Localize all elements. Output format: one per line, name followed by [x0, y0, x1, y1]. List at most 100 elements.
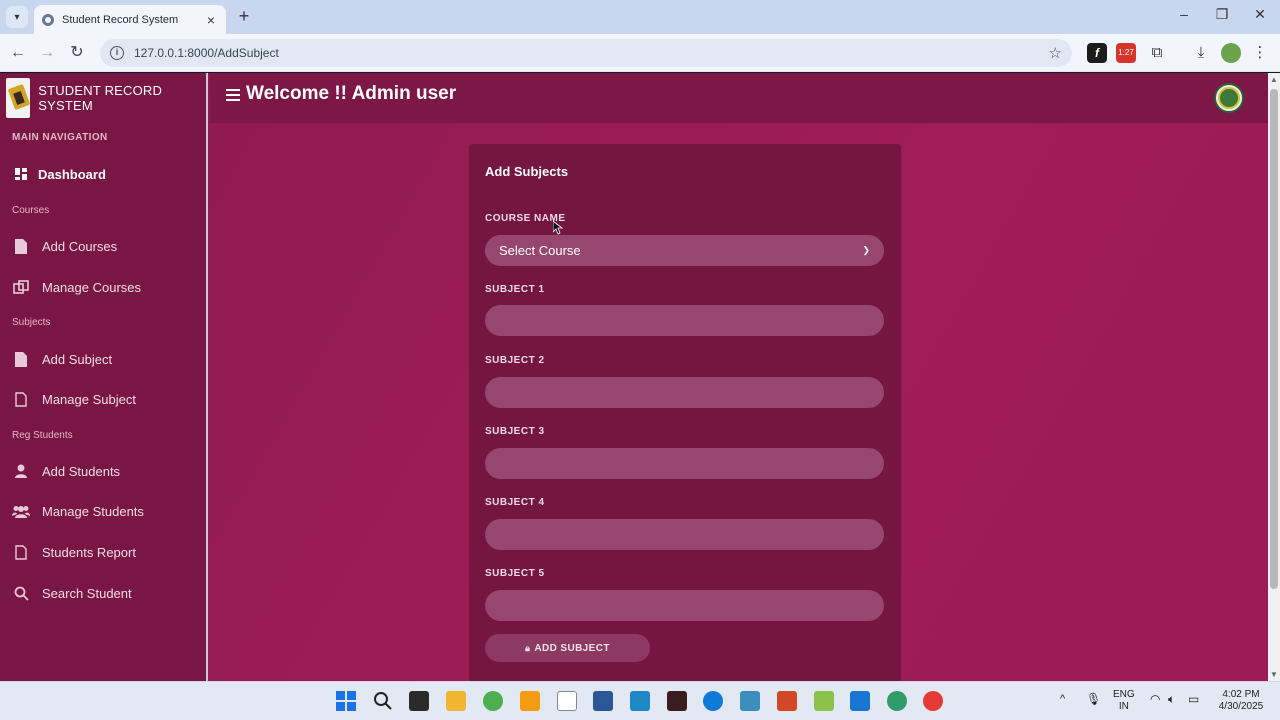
add-subject-button[interactable]: 🔒︎ ADD SUBJECT	[485, 634, 650, 662]
download-icon[interactable]: ⤓	[1191, 43, 1211, 63]
clock[interactable]: 4:02 PM 4/30/2025	[1215, 689, 1267, 713]
sidebar-item-label: Manage Subject	[42, 391, 136, 407]
task-view-icon[interactable]	[409, 691, 429, 711]
vscode-icon[interactable]	[850, 691, 870, 711]
volume-icon[interactable]: 🔈︎	[1168, 693, 1175, 705]
subject-2-label: SUBJECT 2	[485, 355, 545, 366]
sidebar-item-add-courses[interactable]: Add Courses	[12, 236, 117, 256]
sidebar-item-label: Add Students	[42, 463, 121, 479]
restore-icon[interactable]: ❐	[1211, 6, 1233, 23]
hamburger-menu-icon[interactable]	[226, 89, 240, 101]
edge-icon[interactable]	[703, 691, 723, 711]
file-outline-icon	[12, 391, 30, 407]
os-taskbar: ^ 🎙︎ ENG IN ◠ 🔈︎ ▭ 4:02 PM 4/30/2025	[0, 681, 1280, 720]
browser-tab[interactable]: Student Record System ×	[34, 5, 226, 34]
extensions-puzzle-icon[interactable]: ⧉	[1147, 43, 1167, 63]
new-tab-button[interactable]: +	[235, 7, 253, 25]
extension-badge: 1:27	[1118, 48, 1134, 57]
menu-kebab-icon[interactable]: ⋮	[1250, 43, 1270, 63]
page-scrollbar[interactable]: ▲ ▼	[1268, 73, 1280, 681]
brand[interactable]: STUDENT RECORD SYSTEM	[0, 73, 208, 123]
profile-avatar-icon[interactable]	[1221, 43, 1241, 63]
subject-1-label: SUBJECT 1	[485, 284, 545, 295]
sidebar-item-label: Add Courses	[42, 238, 118, 254]
browser-toolbar: ← → ↻ i 127.0.0.1:8000/AddSubject ☆ f 1:…	[0, 34, 1280, 72]
subject-2-input[interactable]	[485, 377, 884, 408]
xampp-icon[interactable]	[814, 691, 834, 711]
word-icon[interactable]	[593, 691, 613, 711]
main-navigation-header: MAIN NAVIGATION	[12, 132, 108, 143]
notepad-icon[interactable]	[557, 691, 577, 711]
subjects-section-header: Subjects	[12, 317, 51, 328]
sidebar-item-students-report[interactable]: Students Report	[12, 542, 136, 562]
photos-icon[interactable]	[630, 691, 650, 711]
tab-title: Student Record System	[62, 13, 179, 26]
subject-5-input[interactable]	[485, 590, 884, 621]
add-subject-button-label: ADD SUBJECT	[534, 642, 610, 654]
chrome-profile-icon[interactable]	[887, 691, 907, 711]
network-app-icon[interactable]	[740, 691, 760, 711]
sidebar-item-manage-subject[interactable]: Manage Subject	[12, 389, 136, 409]
subject-1-input[interactable]	[485, 305, 884, 336]
reg-students-section-header: Reg Students	[12, 430, 73, 441]
sidebar-item-add-subject[interactable]: Add Subject	[12, 349, 112, 369]
subject-4-input[interactable]	[485, 519, 884, 550]
user-avatar[interactable]	[1214, 83, 1244, 113]
battery-icon[interactable]: ▭	[1188, 693, 1199, 705]
region-code: IN	[1118, 701, 1129, 712]
chrome-icon[interactable]	[923, 691, 943, 711]
sidebar-item-manage-students[interactable]: Manage Students	[12, 501, 144, 521]
scroll-down-icon[interactable]: ▼	[1270, 670, 1278, 679]
subject-3-label: SUBJECT 3	[485, 426, 545, 437]
scrollbar-thumb[interactable]	[1270, 89, 1278, 589]
top-header: Welcome !! Admin user	[210, 73, 1268, 123]
microphone-icon[interactable]: 🎙︎	[1086, 693, 1101, 705]
browser-tab-bar: ▾ Student Record System × + – ❐ ✕	[0, 0, 1280, 34]
wifi-icon[interactable]: ◠	[1150, 693, 1160, 705]
powerpoint-icon[interactable]	[777, 691, 797, 711]
file-icon	[12, 351, 30, 367]
windows-start-icon[interactable]	[336, 691, 356, 711]
dashboard-icon	[12, 166, 30, 182]
welcome-heading: Welcome !! Admin user	[246, 83, 457, 104]
back-icon[interactable]: ←	[7, 42, 29, 64]
card-title: Add Subjects	[485, 164, 569, 179]
globe-icon	[42, 13, 54, 26]
sidebar-item-label: Manage Students	[42, 503, 144, 519]
scroll-up-icon[interactable]: ▲	[1270, 75, 1278, 84]
sidebar-item-dashboard[interactable]: Dashboard	[12, 164, 106, 184]
tab-search-button[interactable]: ▾	[6, 6, 28, 28]
file-explorer-icon[interactable]	[446, 691, 466, 711]
clock-time: 4:02 PM	[1222, 689, 1260, 700]
bookmark-star-icon[interactable]: ☆	[1049, 44, 1062, 62]
subject-3-input[interactable]	[485, 448, 884, 479]
sidebar-item-label: Add Subject	[42, 351, 113, 367]
close-window-icon[interactable]: ✕	[1249, 6, 1271, 23]
course-select-value: Select Course	[499, 243, 581, 258]
reload-icon[interactable]: ↻	[66, 42, 88, 64]
sidebar-item-add-students[interactable]: Add Students	[12, 461, 120, 481]
taskbar-search-icon[interactable]	[373, 691, 393, 711]
sublime-text-icon[interactable]	[520, 691, 540, 711]
search-icon	[12, 585, 30, 601]
course-select[interactable]: Select Course ❯	[485, 235, 884, 266]
extension-timer-icon[interactable]: 1:27	[1116, 43, 1136, 63]
site-info-icon[interactable]: i	[110, 46, 124, 60]
language-indicator[interactable]: ENG IN	[1113, 689, 1135, 713]
sidebar-item-manage-courses[interactable]: Manage Courses	[12, 277, 141, 297]
users-icon	[12, 503, 30, 519]
tray-chevron-up-icon[interactable]: ^	[1060, 693, 1065, 705]
courses-section-header: Courses	[12, 205, 50, 216]
forward-icon[interactable]: →	[36, 42, 58, 64]
sidebar-item-label: Dashboard	[38, 166, 106, 182]
minimize-icon[interactable]: –	[1173, 6, 1195, 22]
sidebar-item-search-student[interactable]: Search Student	[12, 583, 132, 603]
sidebar-item-label: Students Report	[42, 544, 136, 560]
address-bar[interactable]: i 127.0.0.1:8000/AddSubject ☆	[100, 39, 1072, 67]
close-tab-icon[interactable]: ×	[204, 12, 218, 28]
terminal-icon[interactable]	[667, 691, 687, 711]
file-outline-icon	[12, 544, 30, 560]
chevron-down-icon: ▾	[14, 11, 20, 23]
chrome-taskbar-icon[interactable]	[483, 691, 503, 711]
extension-f-icon[interactable]: f	[1087, 43, 1107, 63]
